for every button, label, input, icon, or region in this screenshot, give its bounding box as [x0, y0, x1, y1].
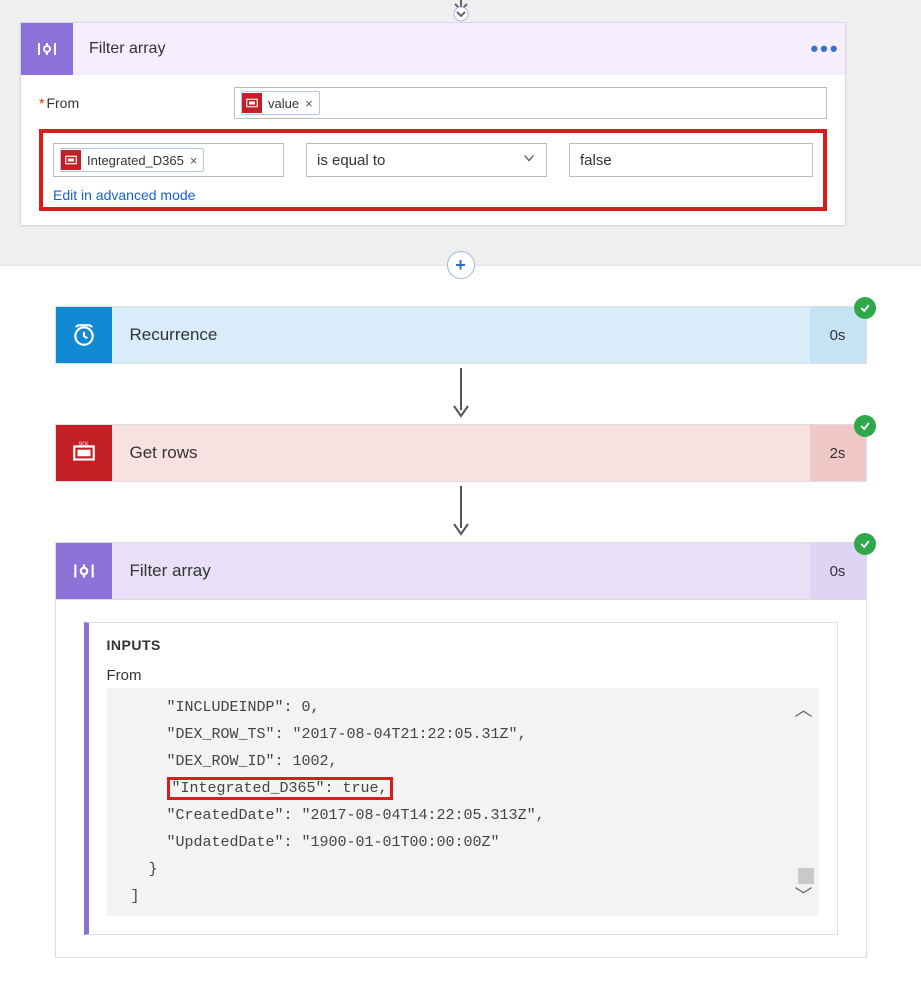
filter-array-card-body: *From value ×	[21, 75, 845, 225]
filter-run-title: Filter array	[112, 561, 810, 581]
scroll-up-button[interactable]: ︿	[795, 696, 813, 722]
success-badge	[854, 415, 876, 437]
from-input[interactable]: value ×	[234, 87, 827, 119]
edit-advanced-mode-link[interactable]: Edit in advanced mode	[53, 187, 813, 203]
getrows-run-card[interactable]: SQL Get rows 2s	[55, 424, 867, 482]
filter-array-card-header[interactable]: Filter array •••	[21, 23, 845, 75]
condition-right-input[interactable]: false	[569, 143, 813, 177]
condition-highlight-box: Integrated_D365 × is equal to false	[39, 129, 827, 211]
inputs-heading: INPUTS	[107, 637, 819, 653]
recurrence-run-card[interactable]: Recurrence 0s	[55, 306, 867, 364]
getrows-title: Get rows	[112, 443, 810, 463]
designer-canvas: Filter array ••• *From value ×	[0, 0, 921, 266]
chevron-down-icon	[522, 151, 536, 169]
success-badge	[854, 533, 876, 555]
scroll-down-button[interactable]: ﹀	[795, 882, 813, 908]
condition-operator-label: is equal to	[317, 152, 385, 169]
connector-arrow	[55, 482, 867, 542]
add-step-button[interactable]: +	[447, 251, 475, 279]
filter-array-card-title: Filter array	[73, 40, 805, 58]
filter-run-body: INPUTS From "INCLUDEINDP": 0, "DEX_ROW_T…	[55, 600, 867, 958]
token-remove-icon[interactable]: ×	[305, 96, 313, 111]
token-value[interactable]: value ×	[241, 91, 320, 115]
from-heading: From	[107, 667, 819, 684]
inputs-panel: INPUTS From "INCLUDEINDP": 0, "DEX_ROW_T…	[84, 622, 838, 935]
filter-array-icon	[21, 23, 73, 75]
from-field-label: *From	[39, 95, 234, 111]
filter-array-designer-card[interactable]: Filter array ••• *From value ×	[20, 22, 846, 226]
sql-icon	[242, 93, 262, 113]
filter-array-run-card[interactable]: Filter array 0s	[55, 542, 867, 600]
sql-icon: SQL	[56, 425, 112, 481]
token-remove-icon[interactable]: ×	[190, 153, 198, 168]
token-value-label: value	[268, 96, 299, 111]
card-menu-button[interactable]: •••	[805, 36, 845, 62]
condition-operator-select[interactable]: is equal to	[306, 143, 547, 177]
clock-icon	[56, 307, 112, 363]
from-json-viewer[interactable]: "INCLUDEINDP": 0, "DEX_ROW_TS": "2017-08…	[107, 688, 819, 916]
success-badge	[854, 297, 876, 319]
token-integrated-d365-label: Integrated_D365	[87, 153, 184, 168]
filter-array-icon	[56, 543, 112, 599]
run-history-area: Recurrence 0s SQL Get rows 2s	[0, 266, 921, 978]
condition-right-value: false	[580, 152, 612, 169]
recurrence-title: Recurrence	[112, 325, 810, 345]
connector-arrow	[55, 364, 867, 424]
condition-left-input[interactable]: Integrated_D365 ×	[53, 143, 284, 177]
sql-icon	[61, 150, 81, 170]
svg-text:SQL: SQL	[78, 441, 89, 447]
connector-arrow-top	[449, 0, 473, 22]
token-integrated-d365[interactable]: Integrated_D365 ×	[60, 148, 204, 172]
